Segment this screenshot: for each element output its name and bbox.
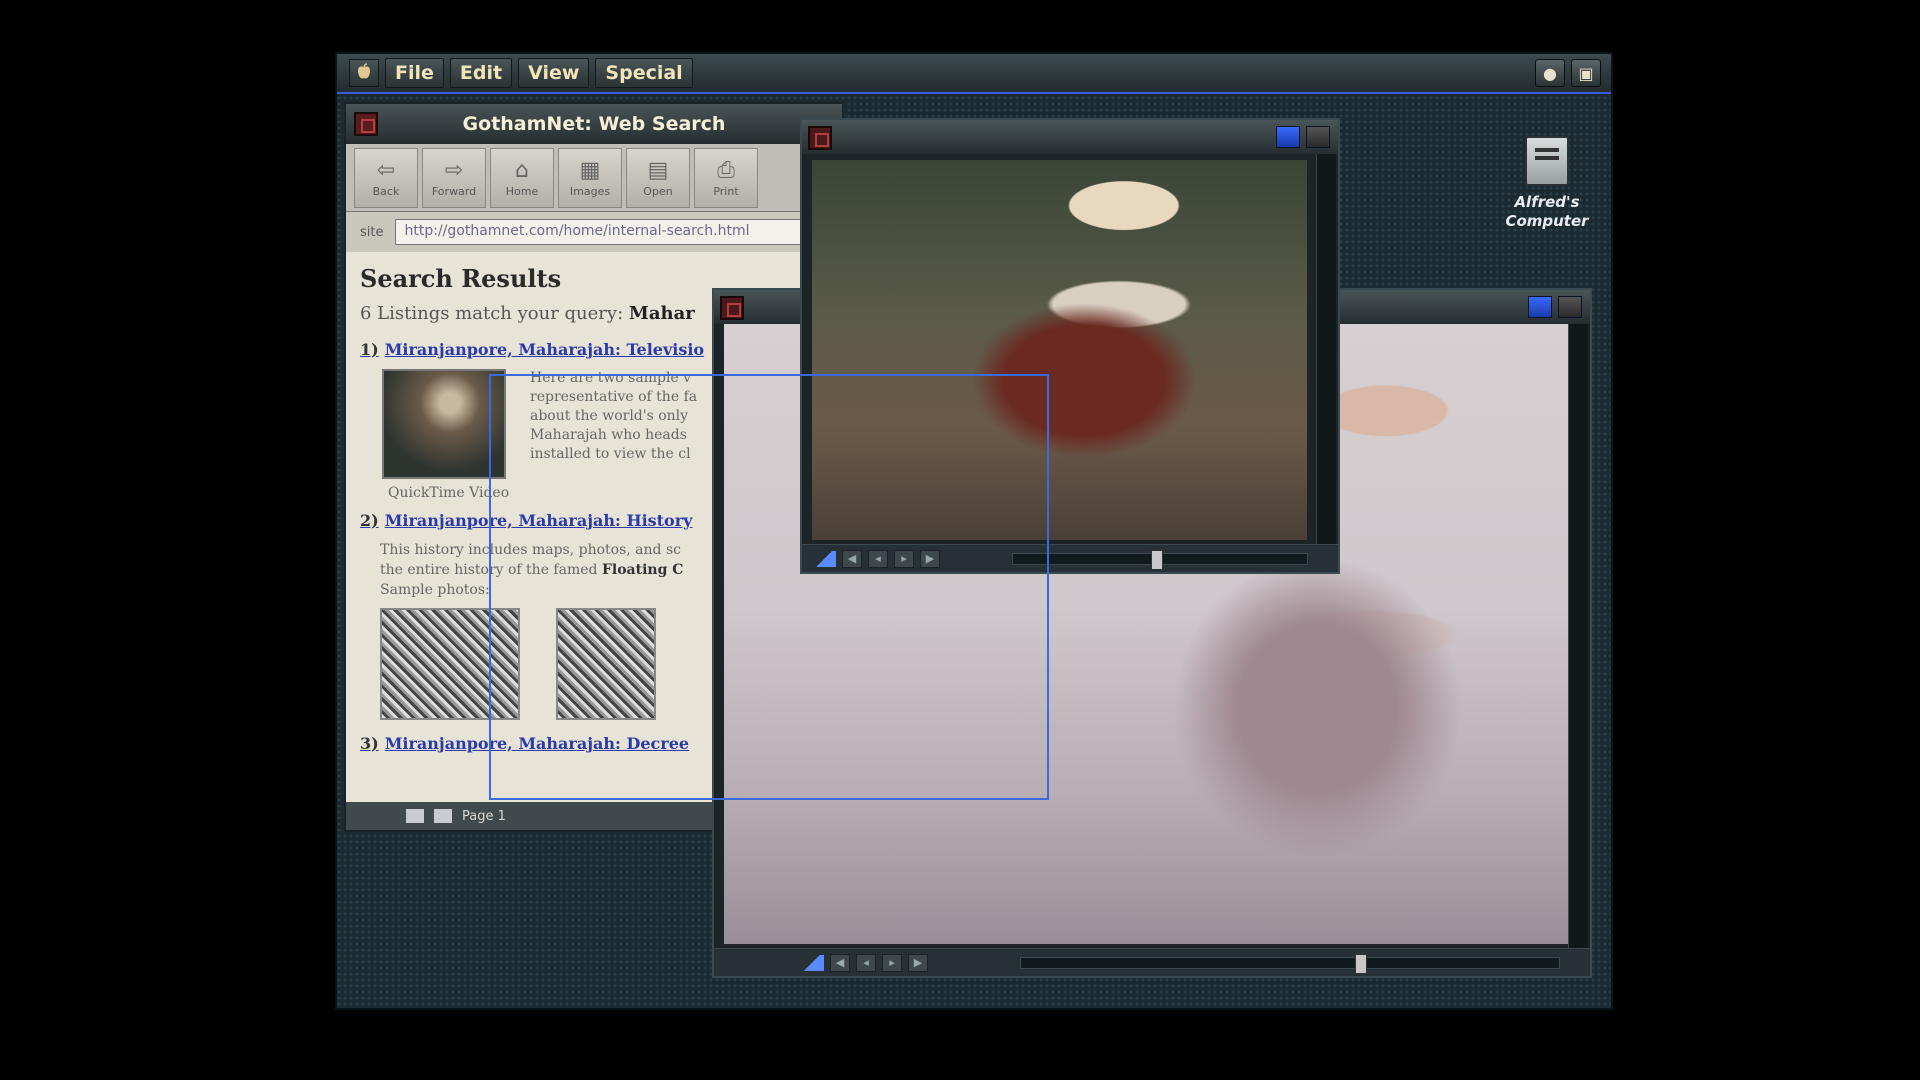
home-icon: ⌂: [515, 157, 529, 183]
open-button[interactable]: ▤ Open: [626, 147, 690, 208]
vertical-scrollbar[interactable]: [1568, 324, 1588, 952]
browser-title: GothamNet: Web Search: [462, 113, 726, 135]
scrubber-thumb[interactable]: [1354, 953, 1367, 974]
rewind-icon[interactable]: ◀: [830, 953, 850, 972]
scrubber-thumb[interactable]: [1151, 549, 1164, 570]
browser-toolbar: ⇦ Back ⇨ Forward ⌂ Home ▦ Images ▤ Open ⎙ Prin…: [346, 144, 842, 212]
close-icon[interactable]: [354, 112, 378, 136]
volume-icon[interactable]: [800, 954, 824, 971]
menu-file[interactable]: File: [385, 58, 444, 88]
apple-menu-icon[interactable]: [349, 59, 379, 87]
url-field[interactable]: http://gothamnet.com/home/internal-searc…: [395, 219, 842, 245]
step-back-icon[interactable]: ◂: [856, 953, 876, 972]
print-label: Print: [713, 184, 739, 198]
result-number: 3): [360, 734, 379, 753]
selection-rectangle: [489, 374, 1049, 800]
menu-view[interactable]: View: [518, 58, 590, 88]
url-label: site: [360, 224, 384, 240]
forward-icon[interactable]: ▶: [908, 953, 928, 972]
zoom-button[interactable]: [1528, 296, 1552, 318]
help-bulb-icon[interactable]: ●: [1535, 59, 1565, 87]
images-label: Images: [569, 184, 611, 198]
print-button[interactable]: ⎙ Print: [694, 147, 758, 208]
browser-titlebar[interactable]: GothamNet: Web Search: [346, 104, 842, 144]
forward-label: Forward: [431, 184, 477, 198]
video-scrubber[interactable]: [1012, 549, 1308, 570]
home-button[interactable]: ⌂ Home: [490, 147, 554, 208]
menu-edit[interactable]: Edit: [449, 58, 513, 88]
signal-icon: [406, 809, 424, 823]
video-controls: ◀ ◂ ▸ ▶: [714, 948, 1590, 976]
result-title: Miranjanpore, Maharajah: Televisio: [384, 340, 705, 359]
play-icon[interactable]: ▸: [882, 953, 902, 972]
vertical-scrollbar[interactable]: [1316, 154, 1336, 546]
desktop-screen: File Edit View Special ● ▣ Alfred's Comp…: [335, 52, 1613, 1010]
images-button[interactable]: ▦ Images: [558, 147, 622, 208]
back-arrow-icon: ⇦: [376, 157, 396, 183]
close-icon[interactable]: [808, 126, 832, 150]
open-icon: ▤: [647, 157, 669, 183]
collapse-button[interactable]: [1558, 296, 1582, 318]
query-term: Mahar: [628, 303, 695, 324]
forward-arrow-icon: ⇨: [444, 157, 464, 183]
page-indicator: Page 1: [462, 808, 506, 824]
menubar: File Edit View Special ● ▣: [337, 54, 1611, 94]
query-prefix: 6 Listings match your query:: [360, 303, 624, 324]
video-thumbnail[interactable]: [382, 369, 506, 479]
computer-icon: [1525, 136, 1569, 186]
zoom-button[interactable]: [1276, 126, 1300, 148]
app-menu-icon[interactable]: ▣: [1571, 59, 1601, 87]
video-titlebar[interactable]: [802, 120, 1338, 154]
page-icon: [434, 809, 452, 823]
menu-special[interactable]: Special: [595, 58, 693, 88]
close-icon[interactable]: [720, 296, 744, 320]
address-bar: site http://gothamnet.com/home/internal-…: [346, 212, 842, 252]
desktop-icon-label: Alfred's Computer: [1505, 193, 1589, 230]
desktop-icon-computer[interactable]: Alfred's Computer: [1477, 136, 1611, 230]
collapse-button[interactable]: [1306, 126, 1330, 148]
result-number: 2): [360, 511, 379, 530]
images-icon: ▦: [579, 157, 601, 183]
home-label: Home: [505, 184, 539, 198]
open-label: Open: [643, 184, 673, 198]
video-scrubber[interactable]: [1020, 953, 1560, 974]
result-number: 1): [360, 340, 379, 359]
back-label: Back: [372, 184, 400, 198]
print-icon: ⎙: [717, 157, 735, 183]
back-button[interactable]: ⇦ Back: [354, 147, 418, 208]
forward-button[interactable]: ⇨ Forward: [422, 147, 486, 208]
